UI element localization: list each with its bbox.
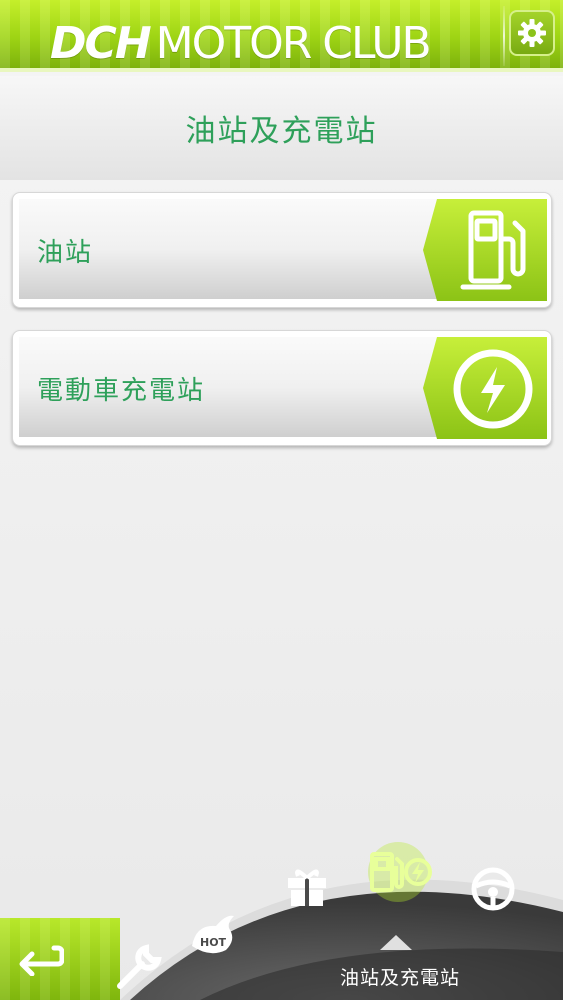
menu-item-ev-charging-station[interactable]: 電動車充電站 (12, 330, 552, 446)
fuel-charge-icon[interactable] (360, 842, 436, 902)
steering-wheel-icon[interactable] (470, 866, 516, 912)
bottom-navigation: HOT 油站及充電站 (0, 840, 563, 1000)
lightning-icon (423, 337, 547, 439)
menu-item-label: 電動車充電站 (37, 375, 206, 406)
nav-active-caption: 油站及充電站 (339, 967, 460, 989)
header-divider (503, 6, 505, 66)
title-band: 油站及充電站 (0, 76, 563, 180)
wrench-icon[interactable] (112, 942, 164, 994)
gift-icon[interactable] (284, 864, 330, 908)
settings-button[interactable] (509, 10, 555, 56)
menu-item-label: 油站 (37, 237, 94, 268)
app-logo: DCH MOTOR CLUB (50, 18, 432, 69)
page-title: 油站及充電站 (185, 114, 378, 149)
hot-icon[interactable]: HOT (186, 910, 242, 960)
app-header: DCH MOTOR CLUB (0, 0, 563, 72)
menu-item-petrol-station[interactable]: 油站 (12, 192, 552, 308)
gear-icon (518, 19, 546, 47)
hot-flame-icon: HOT (192, 915, 234, 954)
fuel-pump-icon (423, 199, 547, 301)
svg-text:HOT: HOT (200, 936, 227, 949)
